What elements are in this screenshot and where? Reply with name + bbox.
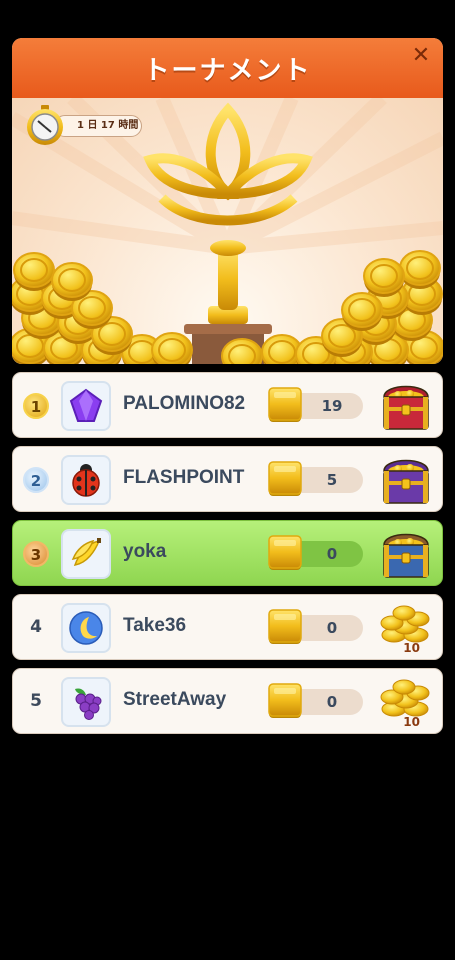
panel-title: トーナメント bbox=[143, 56, 312, 86]
red-treasure-chest-icon bbox=[378, 377, 434, 435]
clock-icon bbox=[27, 105, 63, 145]
panel-header: トーナメント ✕ bbox=[12, 38, 443, 98]
moon-icon bbox=[61, 603, 111, 653]
rank-badge: 5 bbox=[30, 691, 42, 711]
gold-tile-icon bbox=[268, 535, 302, 570]
coin-pile-left bbox=[12, 252, 303, 364]
leaderboard-row-4[interactable]: 4 Take36 0 10 bbox=[12, 594, 443, 660]
rank-badge: 2 bbox=[23, 467, 49, 493]
rank-badge: 4 bbox=[30, 617, 42, 637]
player-name: Take36 bbox=[123, 615, 187, 636]
leaderboard-row-2[interactable]: 2 FLASHPOINT 5 bbox=[12, 446, 443, 512]
coin-pile-right bbox=[295, 250, 443, 364]
coin-pile-icon bbox=[378, 601, 434, 645]
score-value: 0 bbox=[326, 545, 338, 563]
coin-pile-icon bbox=[378, 675, 434, 719]
trophy-illustration bbox=[12, 98, 443, 364]
reward-count: 10 bbox=[403, 641, 420, 655]
gold-tile-icon bbox=[268, 683, 302, 718]
reward-count: 10 bbox=[403, 715, 420, 729]
close-icon[interactable]: ✕ bbox=[412, 43, 430, 68]
banana-icon bbox=[61, 529, 111, 579]
close-button[interactable]: ✕ bbox=[409, 44, 433, 68]
player-name: PALOMINO82 bbox=[123, 393, 246, 414]
player-name: yoka bbox=[123, 541, 167, 562]
score-value: 19 bbox=[321, 397, 343, 415]
purple-treasure-chest-icon bbox=[378, 451, 434, 509]
player-name: StreetAway bbox=[123, 689, 227, 710]
leaderboard-row-1[interactable]: 1 PALOMINO82 19 bbox=[12, 372, 443, 438]
score-value: 0 bbox=[326, 693, 338, 711]
grapes-icon bbox=[61, 677, 111, 727]
trophy-banner bbox=[12, 98, 443, 364]
score-value: 5 bbox=[326, 471, 338, 489]
blue-treasure-chest-icon bbox=[378, 525, 434, 583]
tournament-panel: トーナメント ✕ 1 日 17 時間 bbox=[12, 38, 443, 364]
timer-label: 1 日 17 時間 bbox=[54, 115, 142, 137]
gem-icon bbox=[61, 381, 111, 431]
leaderboard-row-5[interactable]: 5 StreetAway 0 10 bbox=[12, 668, 443, 734]
player-name: FLASHPOINT bbox=[123, 467, 245, 488]
leaderboard-row-3[interactable]: 3 yoka 0 bbox=[12, 520, 443, 586]
gold-tile-icon bbox=[268, 461, 302, 496]
rank-badge: 3 bbox=[23, 541, 49, 567]
gold-tile-icon bbox=[268, 609, 302, 644]
ladybug-icon bbox=[61, 455, 111, 505]
gold-tile-icon bbox=[268, 387, 302, 422]
rank-badge: 1 bbox=[23, 393, 49, 419]
score-value: 0 bbox=[326, 619, 338, 637]
